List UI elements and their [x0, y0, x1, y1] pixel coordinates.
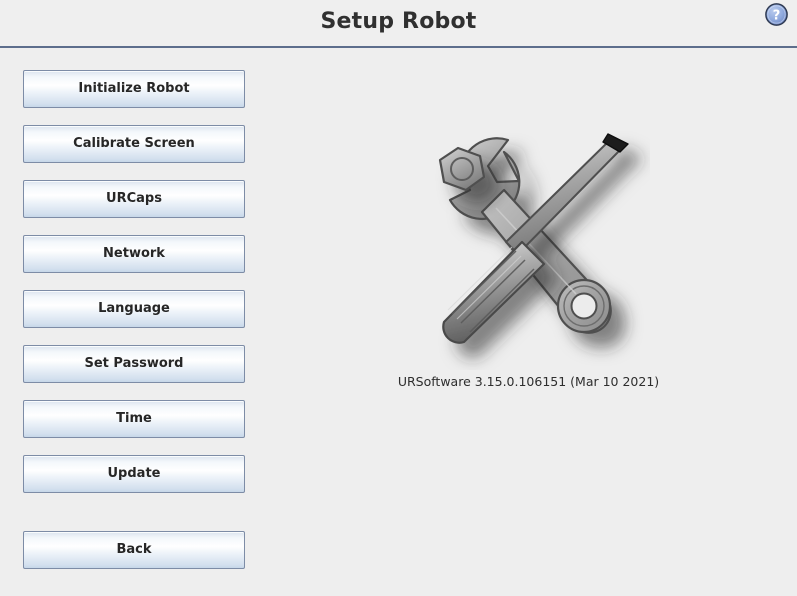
network-button[interactable]: Network	[23, 235, 245, 273]
wrench-and-screwdriver-icon	[400, 120, 650, 370]
initialize-robot-button[interactable]: Initialize Robot	[23, 70, 245, 108]
urcaps-button[interactable]: URCaps	[23, 180, 245, 218]
calibrate-screen-button[interactable]: Calibrate Screen	[23, 125, 245, 163]
language-button[interactable]: Language	[23, 290, 245, 328]
back-button[interactable]: Back	[23, 531, 245, 569]
content-area: Initialize Robot Calibrate Screen URCaps…	[0, 48, 797, 596]
page-title: Setup Robot	[320, 9, 477, 34]
help-glyph: ?	[773, 8, 781, 23]
main-panel: URSoftware 3.15.0.106151 (Mar 10 2021)	[260, 48, 797, 596]
time-button[interactable]: Time	[23, 400, 245, 438]
help-icon[interactable]: ?	[764, 2, 789, 27]
software-version-label: URSoftware 3.15.0.106151 (Mar 10 2021)	[397, 374, 660, 389]
app-header: Setup Robot ?	[0, 0, 797, 48]
setup-menu-sidebar: Initialize Robot Calibrate Screen URCaps…	[23, 70, 245, 586]
set-password-button[interactable]: Set Password	[23, 345, 245, 383]
update-button[interactable]: Update	[23, 455, 245, 493]
